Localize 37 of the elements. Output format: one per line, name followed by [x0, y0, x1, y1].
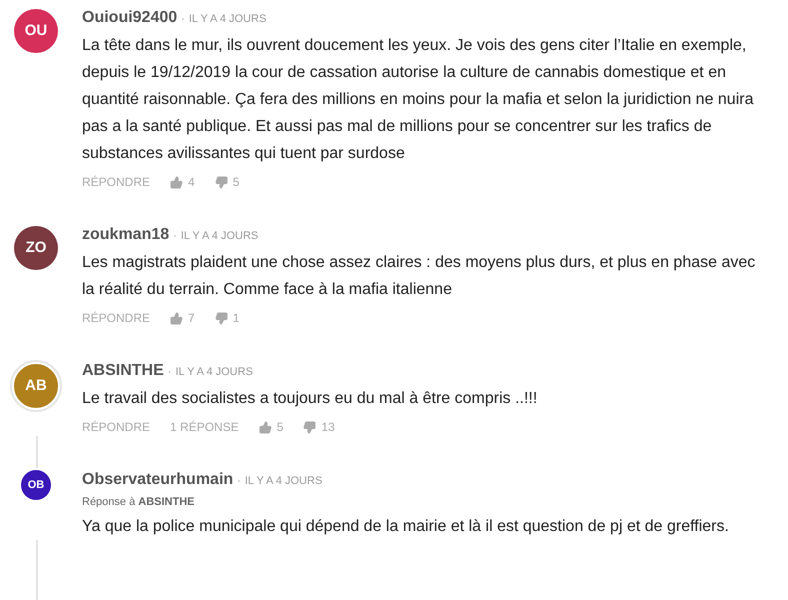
author-name[interactable]: zoukman18 — [82, 223, 170, 247]
comment-text: Ya que la police municipale qui dépend de la mairie et là il est question de pj et de greffiers. — [82, 516, 730, 536]
avatar: OU — [14, 9, 58, 53]
timestamp: IL Y A 4 JOURS — [188, 12, 266, 27]
thumbs-down-icon — [214, 312, 228, 324]
comment-text: La tête dans le mur, ils ouvrent doucement les yeux. Je vois des gens citer l’Italie en exemple, depuis le 19/12/2019 la cour de cassation autorise la culture de cannabis domestique et en quantité raisonnable. Ça fera des millions en moins pour la mafia et selon la juridiction ne nuira pas a la santé publique. Et aussi pas mal de millions pour se concentrer sur les trafics de substances avilissantes qui tuent par surdose — [82, 36, 754, 164]
thumbs-up-icon — [170, 312, 184, 324]
reply-to-label: Réponse à ABSINTHE — [82, 495, 196, 510]
avatar: ZO — [14, 226, 58, 270]
comment-text: Le travail des socialistes a toujours eu du mal à être compris ..!!! — [82, 389, 538, 409]
separator-dot: · — [168, 365, 172, 380]
thumbs-up-icon — [170, 176, 184, 188]
reply-button[interactable]: RÉPONDRE — [82, 309, 150, 327]
reply-button[interactable]: RÉPONDRE — [82, 173, 150, 191]
avatar: AB — [12, 362, 60, 410]
author-name[interactable]: ABSINTHE — [82, 359, 164, 383]
replies-link[interactable]: 1 RÉPONSE — [170, 418, 239, 436]
dislike-button[interactable]: 13 — [303, 418, 335, 436]
comment-text: Les magistrats plaident une chose assez claires : des moyens plus durs, et plus en phase avec la réalité du terrain. Comme face à la mafia italienne — [82, 253, 756, 300]
separator-dot: · — [181, 12, 185, 27]
separator-dot: · — [237, 474, 241, 489]
like-button[interactable]: 5 — [258, 418, 284, 436]
like-button[interactable]: 7 — [170, 309, 195, 327]
thumbs-down-icon — [303, 420, 316, 434]
avatar: OB — [21, 470, 51, 500]
like-button[interactable]: 4 — [170, 173, 195, 191]
timestamp: IL Y A 4 JOURS — [244, 474, 322, 489]
reply-button[interactable]: RÉPONDRE — [82, 418, 150, 436]
author-name[interactable]: Ouioui92400 — [82, 6, 178, 30]
thumbs-up-icon — [258, 420, 272, 434]
dislike-button[interactable]: 5 — [214, 173, 240, 191]
thumbs-down-icon — [214, 176, 228, 188]
author-name[interactable]: Observateurhumain — [82, 468, 234, 492]
dislike-button[interactable]: 1 — [214, 309, 240, 327]
timestamp: IL Y A 4 JOURS — [180, 229, 258, 244]
timestamp: IL Y A 4 JOURS — [175, 365, 253, 380]
separator-dot: · — [173, 229, 177, 244]
